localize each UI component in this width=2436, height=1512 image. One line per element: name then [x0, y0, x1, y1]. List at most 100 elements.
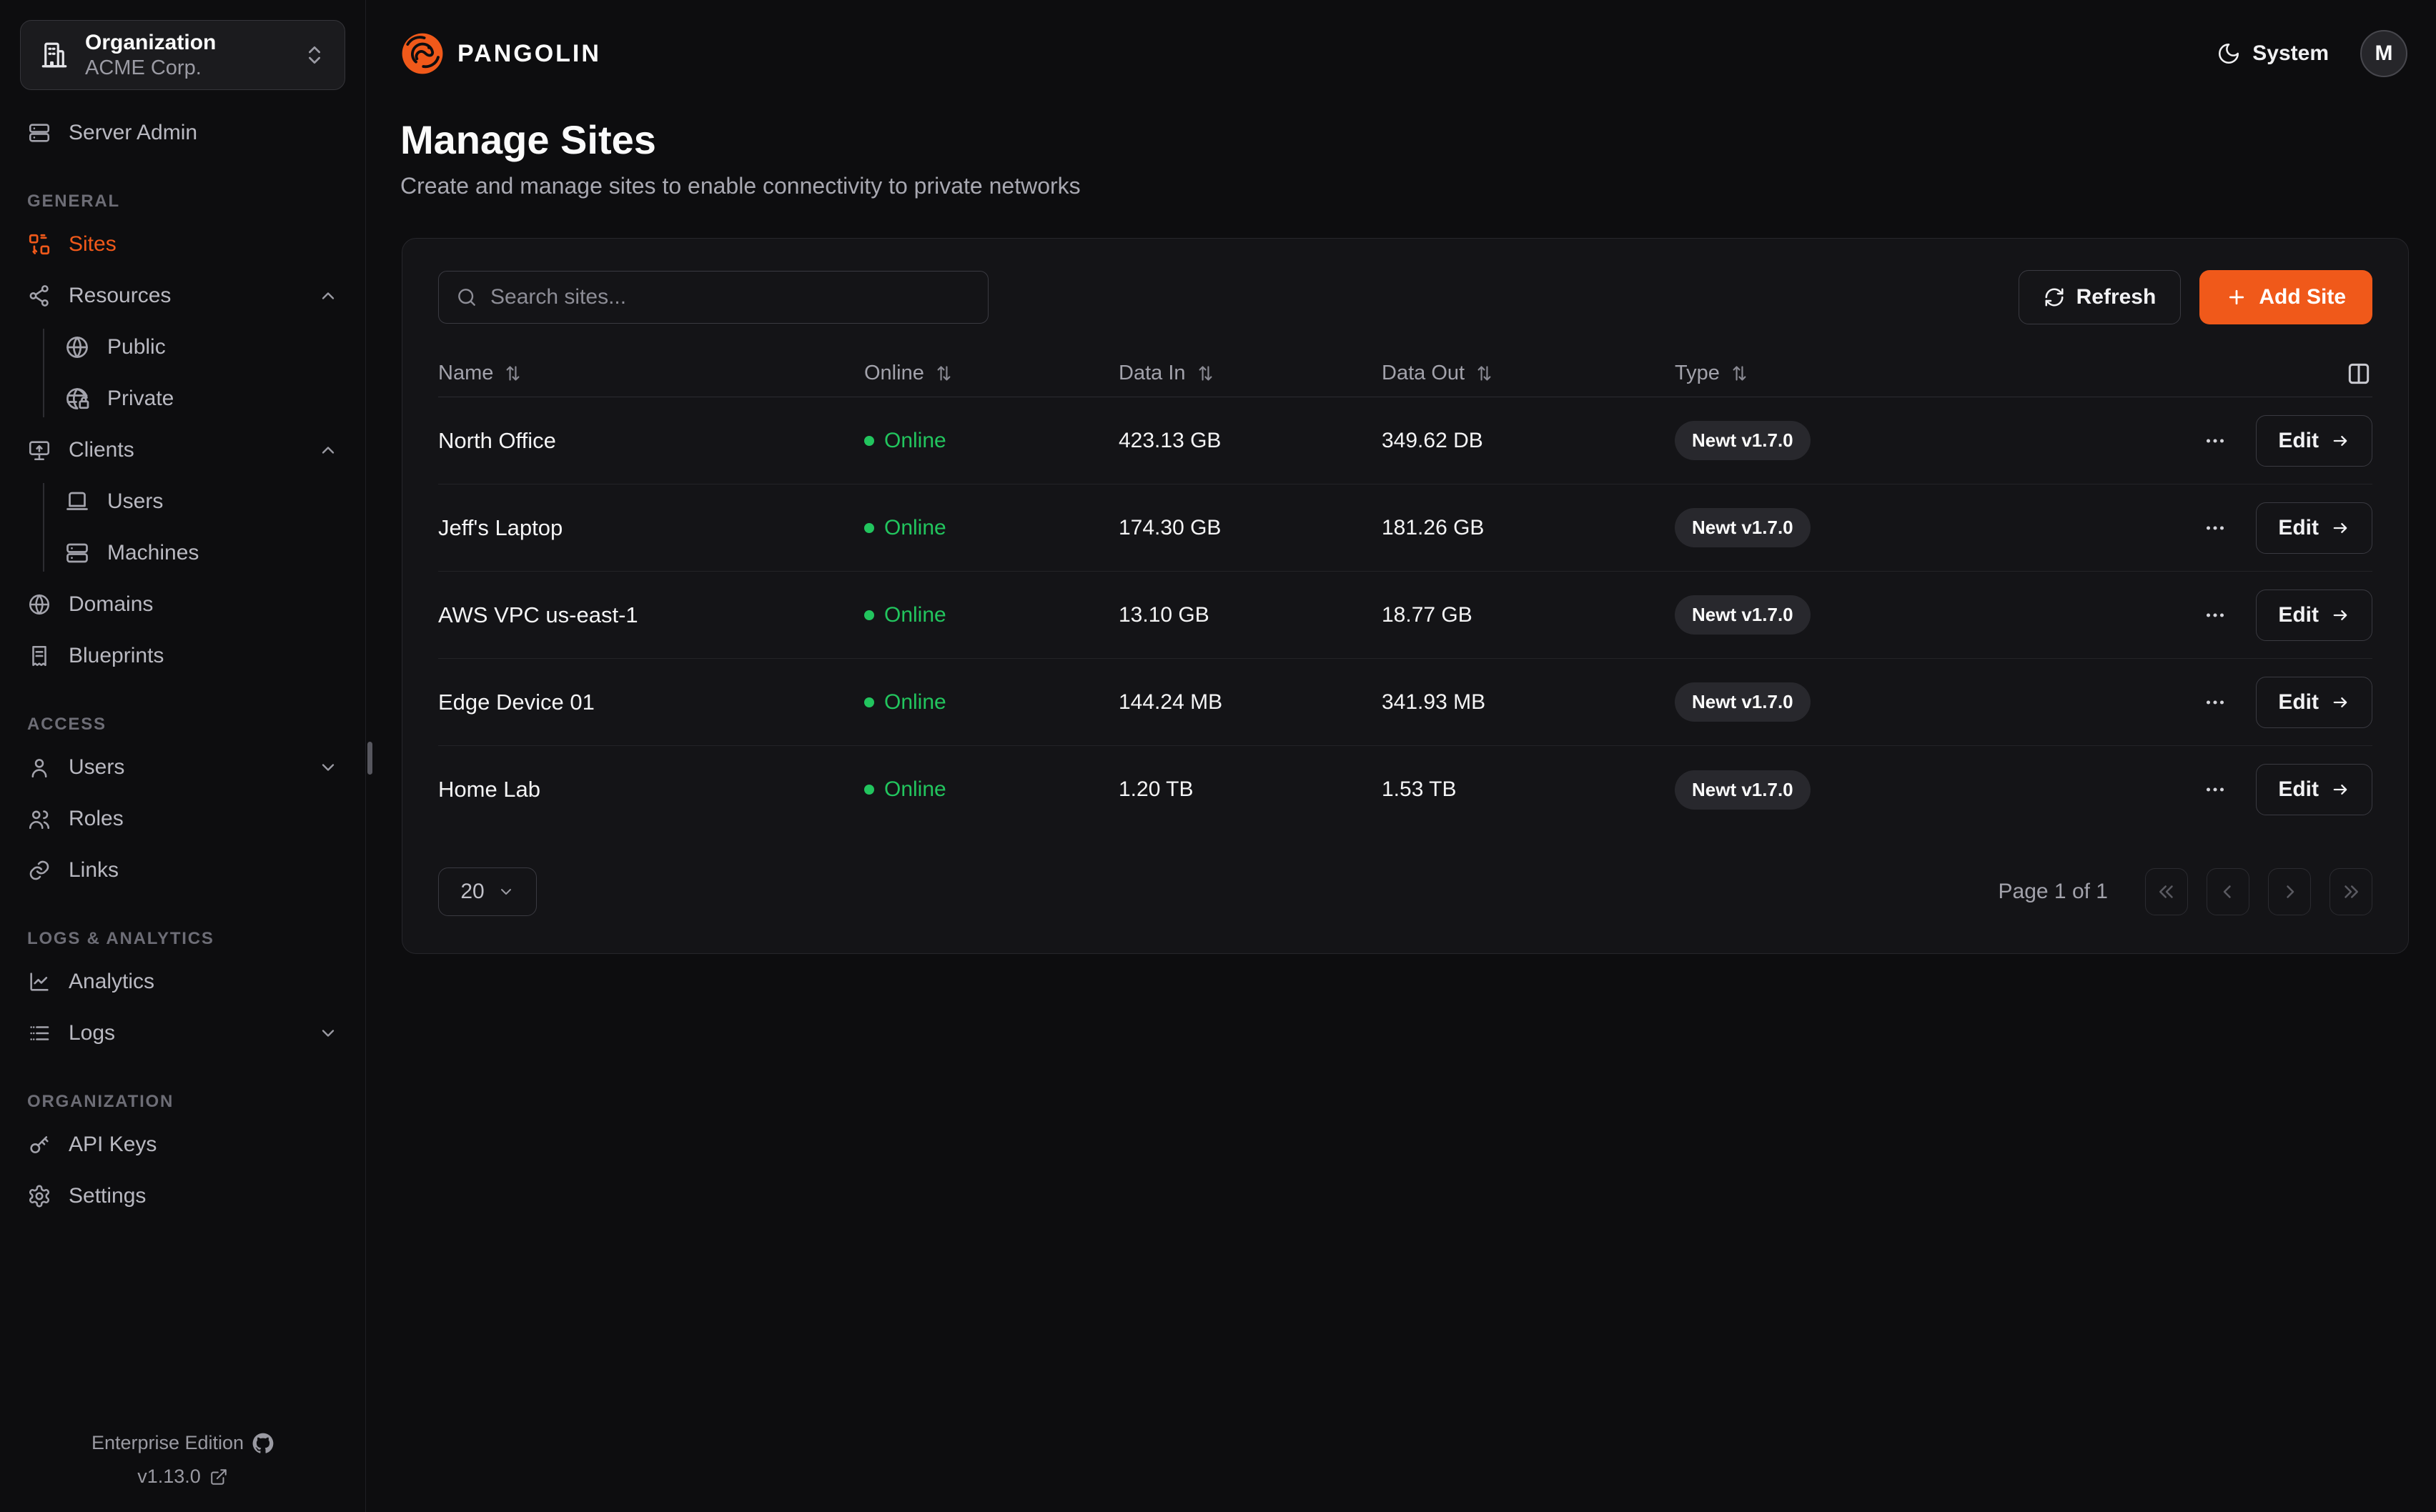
sort-icon	[1475, 364, 1494, 383]
site-name: Home Lab	[438, 777, 864, 802]
sidebar-item-users[interactable]: Users	[19, 742, 347, 793]
table-body: North Office Online 423.13 GB 349.62 DB …	[438, 397, 2372, 833]
sidebar-item-public[interactable]: Public	[56, 322, 347, 373]
org-switcher-value: ACME Corp.	[85, 57, 216, 80]
previous-page-button[interactable]	[2207, 868, 2249, 915]
server-icon	[64, 540, 90, 566]
sidebar-item-client-users[interactable]: Users	[56, 476, 347, 527]
sidebar-item-server-admin[interactable]: Server Admin	[19, 107, 347, 159]
type-badge: Newt v1.7.0	[1675, 770, 1811, 810]
row-menu-ellipsis-icon[interactable]	[2202, 776, 2229, 803]
row-menu-ellipsis-icon[interactable]	[2202, 514, 2229, 542]
avatar[interactable]: M	[2360, 30, 2407, 77]
sites-toolbar: Refresh Add Site	[438, 270, 2372, 324]
sidebar-item-logs[interactable]: Logs	[19, 1008, 347, 1059]
sidebar-item-private[interactable]: Private	[56, 373, 347, 424]
org-switcher[interactable]: Organization ACME Corp.	[20, 20, 345, 90]
sidebar: Organization ACME Corp. Server Admin GEN…	[0, 0, 366, 1512]
refresh-button-label: Refresh	[2076, 285, 2157, 309]
refresh-button[interactable]: Refresh	[2019, 270, 2182, 324]
plus-icon	[2226, 287, 2247, 308]
table-row: Edge Device 01 Online 144.24 MB 341.93 M…	[438, 659, 2372, 746]
users-icon	[27, 807, 51, 831]
key-icon	[27, 1133, 51, 1157]
edit-button[interactable]: Edit	[2256, 590, 2372, 641]
row-menu-ellipsis-icon[interactable]	[2202, 689, 2229, 716]
brand-logo[interactable]: PANGOLIN	[400, 31, 601, 76]
next-page-button[interactable]	[2268, 868, 2311, 915]
sidebar-item-label: Users	[107, 489, 163, 514]
arrow-right-icon	[2330, 518, 2350, 538]
sidebar-item-domains[interactable]: Domains	[19, 579, 347, 630]
column-header-data-in[interactable]: Data In	[1119, 362, 1382, 385]
sidebar-item-label: Public	[107, 335, 166, 359]
chevron-down-icon	[497, 883, 515, 900]
theme-toggle[interactable]: System	[2217, 41, 2329, 66]
sidebar-item-label: Logs	[69, 1021, 115, 1045]
sidebar-item-roles[interactable]: Roles	[19, 793, 347, 845]
data-in-value: 144.24 MB	[1119, 690, 1382, 715]
arrow-right-icon	[2330, 780, 2350, 800]
sidebar-item-clients[interactable]: Clients	[19, 424, 347, 476]
row-menu-ellipsis-icon[interactable]	[2202, 427, 2229, 454]
page-subtitle: Create and manage sites to enable connec…	[400, 173, 2402, 199]
refresh-icon	[2044, 287, 2065, 308]
last-page-button[interactable]	[2329, 868, 2372, 915]
row-menu-ellipsis-icon[interactable]	[2202, 602, 2229, 629]
section-label-access: ACCESS	[27, 715, 338, 735]
pangolin-logo-icon	[400, 31, 445, 76]
data-out-value: 181.26 GB	[1382, 516, 1675, 540]
sidebar-item-label: Domains	[69, 592, 153, 617]
site-name: Edge Device 01	[438, 690, 864, 715]
sidebar-item-links[interactable]: Links	[19, 845, 347, 896]
external-link-icon[interactable]	[209, 1468, 228, 1486]
column-header-name[interactable]: Name	[438, 362, 864, 385]
page-size-select[interactable]: 20	[438, 867, 537, 916]
edition-label: Enterprise Edition	[91, 1432, 244, 1454]
avatar-initial: M	[2375, 41, 2393, 66]
status-badge: Online	[884, 429, 946, 453]
sidebar-scrollbar-thumb[interactable]	[367, 742, 372, 775]
site-name: North Office	[438, 428, 864, 454]
user-icon	[27, 755, 51, 780]
edit-button[interactable]: Edit	[2256, 677, 2372, 728]
column-header-type[interactable]: Type	[1675, 362, 2056, 385]
arrow-right-icon	[2330, 431, 2350, 451]
sidebar-item-blueprints[interactable]: Blueprints	[19, 630, 347, 682]
search-input[interactable]	[438, 271, 989, 324]
table-row: Jeff's Laptop Online 174.30 GB 181.26 GB…	[438, 484, 2372, 572]
chevrons-left-icon	[2156, 881, 2177, 902]
server-icon	[27, 121, 51, 145]
sites-table: Name Online Data In Data Out Type	[438, 350, 2372, 833]
sidebar-item-sites[interactable]: Sites	[19, 219, 347, 270]
globe-lock-icon	[64, 386, 90, 412]
site-name: Jeff's Laptop	[438, 515, 864, 541]
github-icon[interactable]	[252, 1433, 274, 1454]
sidebar-item-machines[interactable]: Machines	[56, 527, 347, 579]
theme-toggle-label: System	[2252, 41, 2329, 66]
edit-button[interactable]: Edit	[2256, 415, 2372, 467]
edit-button[interactable]: Edit	[2256, 502, 2372, 554]
columns-icon[interactable]	[2345, 360, 2372, 387]
sidebar-item-resources[interactable]: Resources	[19, 270, 347, 322]
type-badge: Newt v1.7.0	[1675, 595, 1811, 635]
sidebar-item-analytics[interactable]: Analytics	[19, 956, 347, 1008]
page-header: Manage Sites Create and manage sites to …	[366, 107, 2436, 199]
edit-button[interactable]: Edit	[2256, 764, 2372, 815]
page-title: Manage Sites	[400, 117, 2402, 163]
data-in-value: 1.20 TB	[1119, 777, 1382, 802]
add-site-button[interactable]: Add Site	[2199, 270, 2372, 324]
sidebar-item-settings[interactable]: Settings	[19, 1170, 347, 1222]
globe-icon	[64, 334, 90, 360]
column-header-data-out[interactable]: Data Out	[1382, 362, 1675, 385]
first-page-button[interactable]	[2145, 868, 2188, 915]
sort-icon	[503, 364, 523, 383]
table-footer: 20 Page 1 of 1	[438, 867, 2372, 916]
sort-icon	[1196, 364, 1215, 383]
column-header-online[interactable]: Online	[864, 362, 1119, 385]
moon-icon	[2217, 41, 2241, 66]
building-icon	[39, 40, 69, 70]
data-in-value: 13.10 GB	[1119, 603, 1382, 627]
chart-line-icon	[27, 970, 51, 994]
sidebar-item-api-keys[interactable]: API Keys	[19, 1119, 347, 1170]
